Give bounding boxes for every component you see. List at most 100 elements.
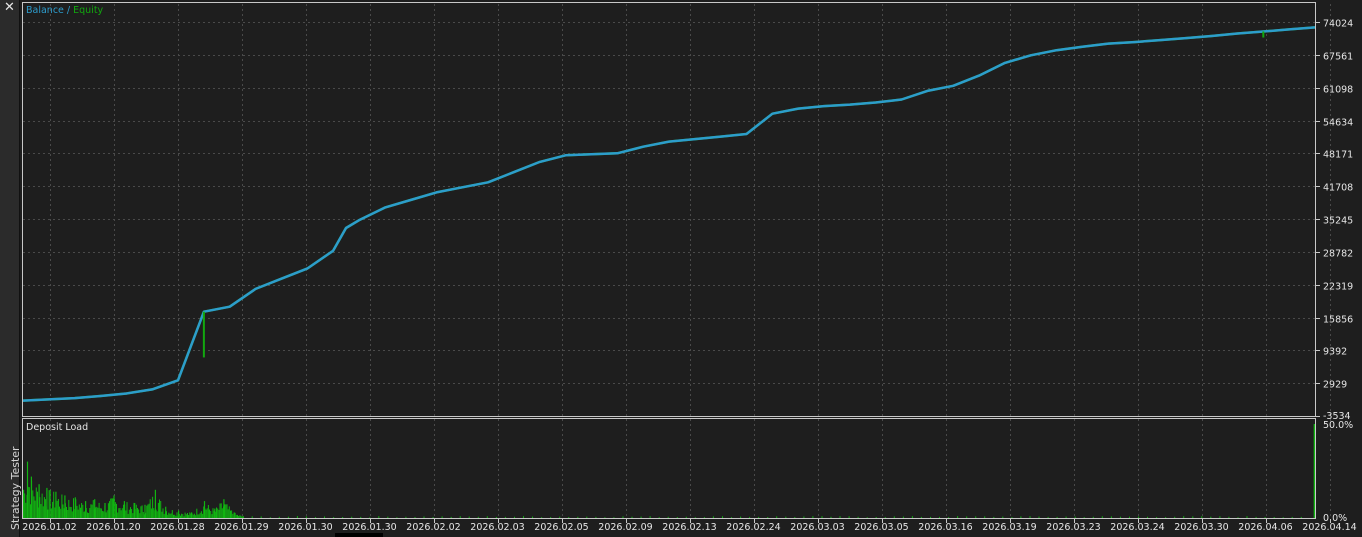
load-bar xyxy=(776,516,778,518)
load-bar xyxy=(207,505,209,518)
load-bar xyxy=(532,516,533,518)
load-bar xyxy=(342,517,344,518)
load-bar xyxy=(137,508,138,518)
load-bar xyxy=(91,504,93,518)
load-bar xyxy=(169,513,171,518)
load-bar xyxy=(251,516,253,518)
load-bar xyxy=(135,504,137,518)
load-bar xyxy=(948,517,950,518)
load-bar xyxy=(68,499,70,518)
load-bar xyxy=(152,496,154,518)
load-bar xyxy=(185,514,187,518)
load-bar xyxy=(966,516,968,518)
load-bar xyxy=(98,502,100,518)
load-bar xyxy=(121,508,123,518)
load-bar xyxy=(141,505,143,518)
load-bar xyxy=(351,516,353,518)
load-bar xyxy=(360,516,362,518)
load-bar xyxy=(176,512,178,518)
x-tick-label: 2026.03.03 xyxy=(790,522,844,533)
load-bar xyxy=(604,517,606,518)
load-bar xyxy=(504,516,506,518)
load-bar xyxy=(196,508,198,518)
y-tick-label: 28782 xyxy=(1323,249,1353,260)
load-bar xyxy=(211,514,213,518)
load-bar xyxy=(225,504,227,518)
load-bar xyxy=(218,509,220,518)
load-bar xyxy=(722,516,723,518)
load-bar xyxy=(703,517,705,518)
x-tick-label: 2026.02.05 xyxy=(534,522,588,533)
load-bar xyxy=(1011,517,1013,518)
load-bar xyxy=(821,516,823,518)
y-tick-label: 35245 xyxy=(1323,216,1353,227)
load-bar xyxy=(170,513,172,518)
load-bar xyxy=(66,506,67,518)
load-bar xyxy=(59,506,60,518)
load-bar xyxy=(875,517,877,518)
load-bar xyxy=(1092,516,1094,518)
load-bar xyxy=(278,516,280,518)
load-bar xyxy=(731,517,732,518)
load-bar xyxy=(1156,517,1158,518)
main-plot-area xyxy=(22,2,1315,416)
load-bar xyxy=(47,509,49,518)
x-tick-label: 2026.02.03 xyxy=(470,522,524,533)
load-bar xyxy=(241,516,243,518)
load-bar xyxy=(219,503,221,518)
load-bar xyxy=(99,508,101,518)
load-bar xyxy=(1264,517,1266,518)
load-bar xyxy=(238,516,240,518)
y-tick-label: 54634 xyxy=(1323,118,1353,129)
legend-separator: / xyxy=(64,5,73,16)
load-bar xyxy=(550,517,552,518)
load-y-axis: 50.0%0.0% xyxy=(1323,420,1353,524)
load-peak xyxy=(123,501,125,518)
load-bar xyxy=(114,502,116,518)
load-peak xyxy=(23,489,25,518)
load-bar xyxy=(676,517,678,518)
y-tick-label: 48171 xyxy=(1323,150,1353,161)
load-bar xyxy=(187,513,188,518)
load-bar xyxy=(70,507,72,518)
load-bar xyxy=(893,516,895,518)
load-bar xyxy=(1282,517,1284,518)
load-peak xyxy=(74,497,76,518)
load-peak xyxy=(38,484,40,518)
load-bar xyxy=(559,516,561,518)
load-bar xyxy=(146,505,148,518)
load-bar xyxy=(857,516,859,518)
load-bar xyxy=(1101,516,1103,518)
load-bar xyxy=(1201,516,1203,518)
load-bar xyxy=(162,508,164,518)
load-bar xyxy=(1210,516,1212,518)
close-icon[interactable]: ✕ xyxy=(2,0,17,16)
x-tick-label: 2026.03.19 xyxy=(982,522,1036,533)
y-tick-label: 9392 xyxy=(1323,347,1347,358)
load-bar xyxy=(193,513,195,518)
load-bar xyxy=(767,517,769,518)
load-bar xyxy=(1138,516,1139,518)
load-bar xyxy=(378,516,380,518)
load-bar xyxy=(911,516,913,518)
load-bar xyxy=(685,516,687,518)
load-bar xyxy=(71,511,73,518)
load-bar xyxy=(228,506,230,518)
load-bar xyxy=(142,512,144,518)
load-bar xyxy=(105,512,107,518)
load-bar xyxy=(160,501,162,518)
load-plot-area xyxy=(22,418,1315,518)
scroll-thumb[interactable] xyxy=(335,533,383,537)
load-bar xyxy=(206,508,208,518)
deposit-load-panel: Deposit Load 50.0%0.0% xyxy=(22,418,1353,524)
load-bar xyxy=(149,499,151,518)
x-tick-label: 2026.04.14 xyxy=(1302,522,1356,533)
load-bar xyxy=(81,503,83,518)
load-bar xyxy=(1165,517,1167,518)
load-bar xyxy=(126,502,128,518)
x-tick-label: 2026.02.09 xyxy=(598,522,652,533)
load-bar xyxy=(159,499,160,518)
load-bar xyxy=(1219,516,1221,518)
load-bar xyxy=(523,516,524,518)
load-bar xyxy=(180,515,181,518)
